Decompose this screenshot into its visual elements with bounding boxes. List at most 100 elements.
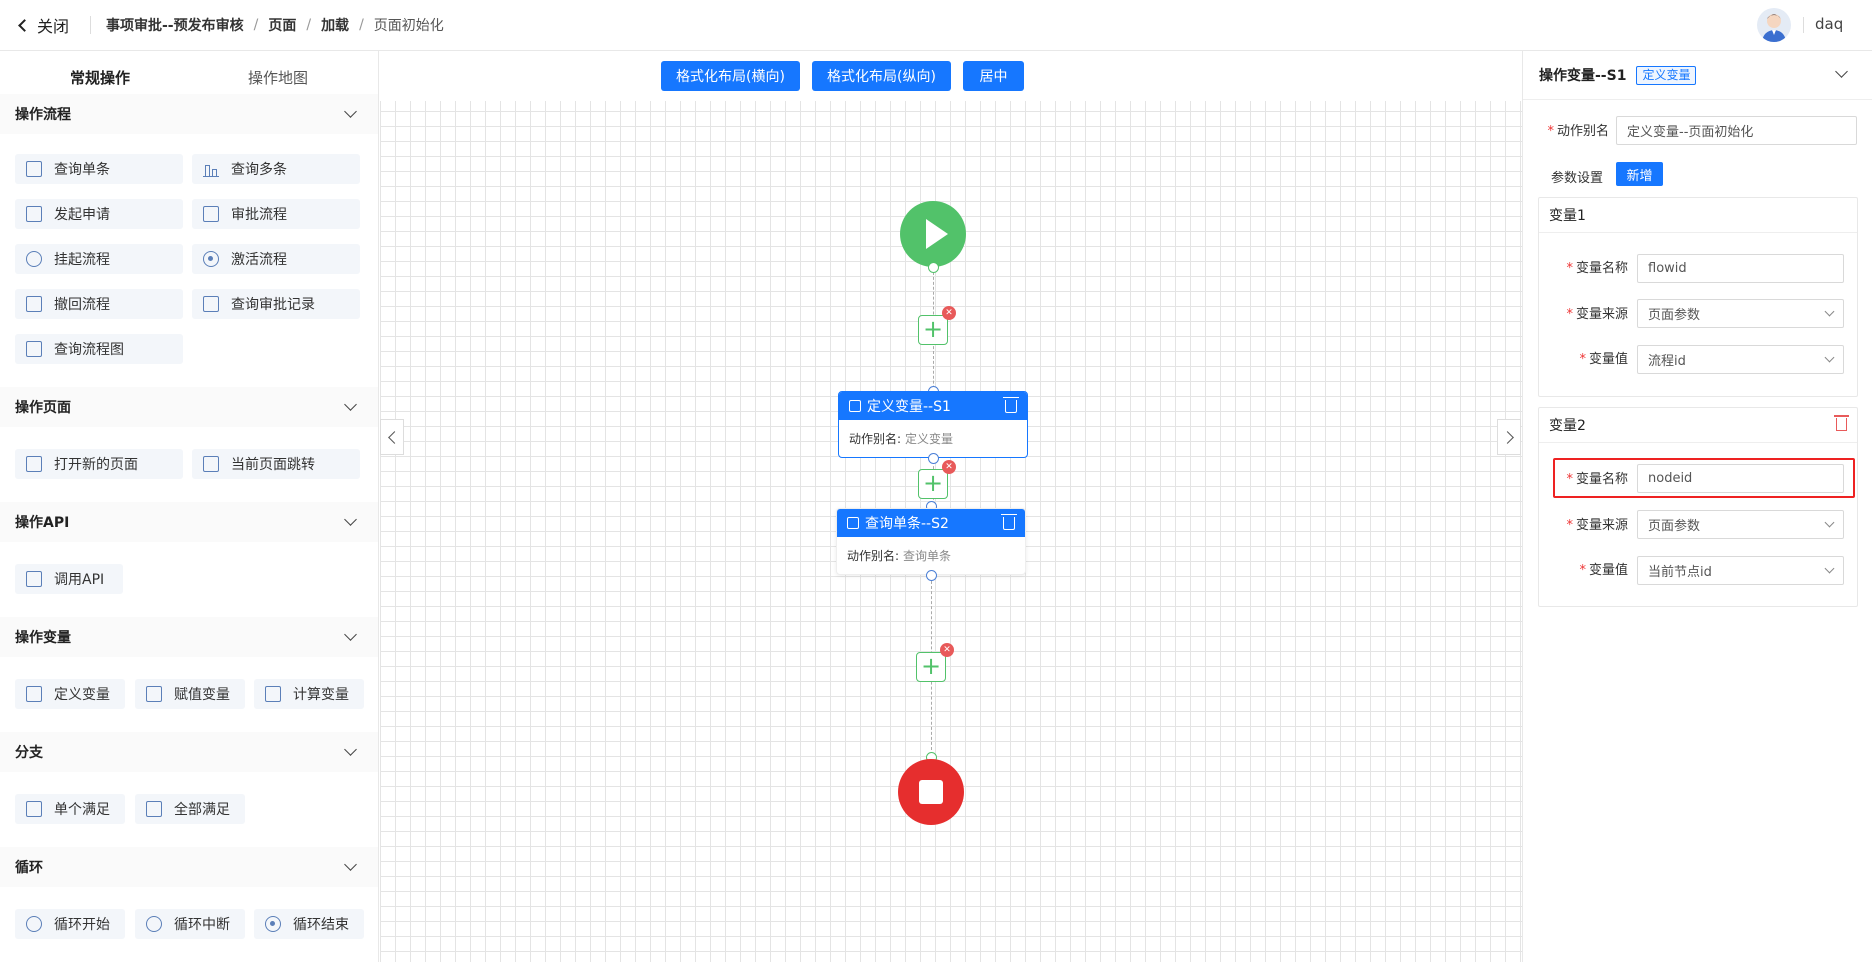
select-value: 流程id [1648,354,1686,369]
op-label: 打开新的页面 [54,457,138,473]
collapse-left-button[interactable] [380,419,404,455]
flow-canvas[interactable]: 格式化布局(横向) 格式化布局(纵向) 居中 + ✕ 定义变量--S1 动作别名… [380,51,1522,962]
panel-header: 操作变量--S1 定义变量 [1539,65,1697,85]
op-assign-variable[interactable]: 赋值变量 [135,679,245,709]
var-source-label: * 变量来源 [1566,307,1628,322]
section-header[interactable]: 循环 [0,847,378,887]
op-single-match[interactable]: 单个满足 [15,794,125,824]
node-body: 动作别名: 定义变量 [839,420,1027,457]
op-all-match[interactable]: 全部满足 [135,794,245,824]
op-loop-end[interactable]: 循环结束 [254,909,364,939]
flowchart-icon [26,341,42,357]
section-header[interactable]: 操作API [0,502,378,542]
chevron-down-icon[interactable] [344,628,357,641]
close-button[interactable]: 关闭 [18,13,69,37]
collapse-right-button[interactable] [1497,419,1521,455]
top-header: 关闭 事项审批--预发布审核 / 页面 / 加载 / 页面初始化 daq [0,0,1872,51]
api-icon [26,571,42,587]
section-header[interactable]: 操作流程 [0,94,378,134]
op-withdraw-flow[interactable]: 撤回流程 [15,289,183,319]
op-label: 赋值变量 [174,687,230,703]
refresh-icon [26,916,42,932]
section-header[interactable]: 分支 [0,732,378,772]
delete-edge-icon[interactable]: ✕ [942,306,956,320]
var-value-select[interactable]: 当前节点id [1637,556,1844,585]
var-value-select[interactable]: 流程id [1637,345,1844,374]
breadcrumb-item[interactable]: 页面 [268,15,296,35]
section-title: 操作变量 [15,630,71,646]
add-node-button[interactable]: + [918,315,948,345]
section-header[interactable]: 操作变量 [0,617,378,657]
op-loop-break[interactable]: 循环中断 [135,909,245,939]
trash-icon[interactable] [1003,396,1019,413]
op-open-new-page[interactable]: 打开新的页面 [15,449,183,479]
node-output-port[interactable] [926,570,937,581]
trash-icon[interactable] [1834,415,1849,431]
start-node[interactable] [900,201,966,267]
trash-icon[interactable] [1001,513,1017,530]
op-query-single[interactable]: 查询单条 [15,154,183,184]
add-param-button[interactable]: 新增 [1616,162,1663,186]
chevron-down-icon[interactable] [1835,65,1848,78]
chevron-down-icon[interactable] [344,398,357,411]
chevron-down-icon[interactable] [344,858,357,871]
chevron-down-icon[interactable] [344,105,357,118]
op-label: 审批流程 [231,207,287,223]
center-button[interactable]: 居中 [963,61,1024,91]
op-call-api[interactable]: 调用API [15,564,123,594]
op-label: 循环开始 [54,917,110,933]
breadcrumb-separator: / [306,17,312,33]
open-page-icon [26,456,42,472]
op-define-variable[interactable]: 定义变量 [15,679,125,709]
op-activate-flow[interactable]: 激活流程 [192,244,360,274]
username[interactable]: daq [1815,15,1843,33]
chevron-down-icon[interactable] [344,743,357,756]
user-avatar-icon [1762,14,1786,42]
approval-records-icon [203,296,219,312]
flow-node-s2[interactable]: 查询单条--S2 动作别名: 查询单条 [836,508,1026,575]
var-source-select[interactable]: 页面参数 [1637,299,1844,328]
delete-edge-icon[interactable]: ✕ [940,643,954,657]
op-query-multiple[interactable]: 查询多条 [192,154,360,184]
op-current-page-jump[interactable]: 当前页面跳转 [192,449,360,479]
add-node-button[interactable]: + [918,469,948,499]
right-panel: 操作变量--S1 定义变量 * 动作别名 定义变量--页面初始化 参数设置 新增 … [1522,51,1872,962]
op-suspend-flow[interactable]: 挂起流程 [15,244,183,274]
tab-operation-map[interactable]: 操作地图 [248,67,308,88]
breadcrumb-item[interactable]: 加载 [321,15,349,35]
chevron-down-icon[interactable] [344,513,357,526]
op-label: 挂起流程 [54,252,110,268]
node-alias-label: 动作别名: [849,432,902,446]
node-output-port[interactable] [928,453,939,464]
op-query-flowchart[interactable]: 查询流程图 [15,334,183,364]
op-start-request[interactable]: 发起申请 [15,199,183,229]
section-title: 操作API [15,515,70,531]
end-node[interactable] [898,759,964,825]
op-label: 单个满足 [54,802,110,818]
start-port[interactable] [928,262,939,273]
canvas-toolbar: 格式化布局(横向) 格式化布局(纵向) 居中 [380,51,1522,101]
section-header[interactable]: 操作页面 [0,387,378,427]
op-compute-variable[interactable]: 计算变量 [254,679,364,709]
user-divider [1803,17,1804,33]
op-query-approval-records[interactable]: 查询审批记录 [192,289,360,319]
flow-node-s1[interactable]: 定义变量--S1 动作别名: 定义变量 [838,391,1028,458]
var-name-input[interactable]: flowid [1637,254,1844,283]
var-name-input[interactable]: nodeid [1637,464,1844,493]
section-variable: 操作变量 [0,617,378,657]
format-vertical-button[interactable]: 格式化布局(纵向) [812,61,951,91]
alias-input[interactable]: 定义变量--页面初始化 [1616,116,1857,145]
alias-label: * 动作别名 [1547,124,1609,139]
params-label: 参数设置 [1551,171,1604,186]
format-horizontal-button[interactable]: 格式化布局(横向) [661,61,800,91]
avatar[interactable] [1757,8,1791,42]
add-node-button[interactable]: + [916,652,946,682]
breadcrumb-item[interactable]: 事项审批--预发布审核 [106,15,244,35]
op-loop-start[interactable]: 循环开始 [15,909,125,939]
op-label: 查询流程图 [54,342,124,358]
op-approve-flow[interactable]: 审批流程 [192,199,360,229]
op-label: 循环中断 [174,917,230,933]
var-source-select[interactable]: 页面参数 [1637,510,1844,539]
tab-common-operations[interactable]: 常规操作 [70,67,130,88]
delete-edge-icon[interactable]: ✕ [942,460,956,474]
